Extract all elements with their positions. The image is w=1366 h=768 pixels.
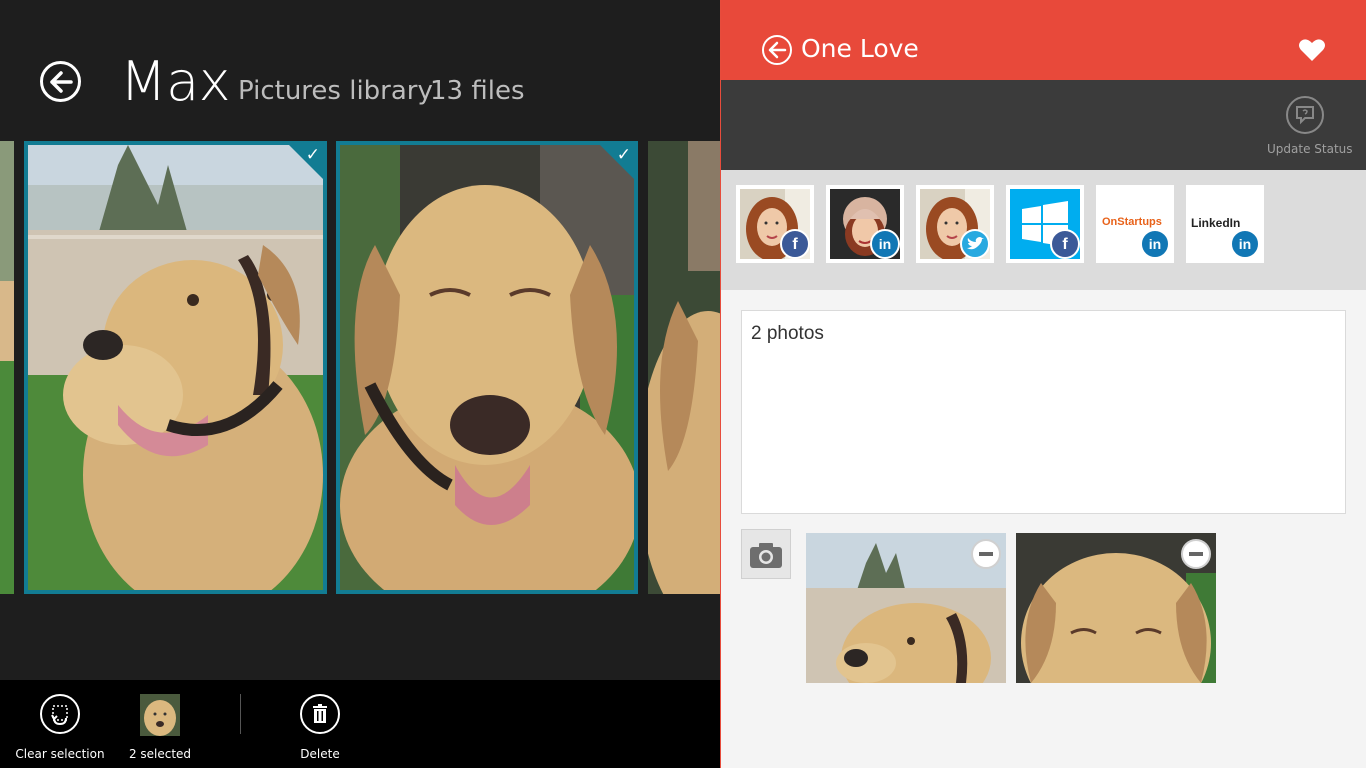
remove-attachment-button[interactable]: [1181, 539, 1211, 569]
share-toolbar: Update Status: [721, 80, 1366, 170]
trash-icon: [313, 704, 327, 723]
photo-thumbnail-selected[interactable]: ✓: [24, 141, 327, 594]
share-panel: One Love Update Status f in f OnStartups…: [720, 0, 1366, 768]
photo-thumbnail[interactable]: [648, 141, 720, 594]
delete-button[interactable]: Delete: [280, 694, 360, 761]
update-status-label: Update Status: [1267, 142, 1353, 156]
selected-count-label: 2 selected: [128, 747, 192, 761]
status-textarea[interactable]: 2 photos: [741, 310, 1346, 514]
page-title: Max: [120, 50, 231, 113]
clear-selection-label: Clear selection: [15, 747, 105, 761]
share-back-button[interactable]: [762, 35, 792, 65]
account-tile-linkedin[interactable]: in: [826, 185, 904, 263]
photos-gallery-pane: Max Pictures library 13 files ✓ ✓ Clear …: [0, 0, 720, 768]
account-tile-facebook[interactable]: f: [736, 185, 814, 263]
clear-selection-button[interactable]: Clear selection: [14, 694, 106, 761]
appbar-separator: [240, 694, 241, 734]
heart-icon[interactable]: [1298, 37, 1326, 63]
selected-items-button[interactable]: 2 selected: [120, 694, 200, 761]
status-text: 2 photos: [751, 323, 824, 344]
share-title: One Love: [801, 34, 919, 63]
account-tile-windows-facebook[interactable]: f: [1006, 185, 1084, 263]
account-list: f in f OnStartups in LinkedIn in: [721, 170, 1366, 290]
facebook-icon: f: [1050, 229, 1080, 259]
app-bar: Clear selection 2 selected Delete: [0, 680, 720, 768]
share-header: One Love: [721, 0, 1366, 80]
file-count: 13 files: [430, 76, 525, 106]
clear-selection-icon: [51, 705, 68, 726]
back-button[interactable]: [40, 61, 81, 102]
photo-thumbnail[interactable]: [0, 141, 14, 594]
facebook-icon: f: [780, 229, 810, 259]
account-tile-twitter[interactable]: [916, 185, 994, 263]
selected-thumbnail: [140, 694, 180, 736]
linkedin-icon: in: [1140, 229, 1170, 259]
account-tile-onstartups[interactable]: OnStartups in: [1096, 185, 1174, 263]
account-tile-linkedin-group[interactable]: LinkedIn in: [1186, 185, 1264, 263]
onstartups-logo: OnStartups: [1102, 216, 1162, 228]
delete-label: Delete: [300, 747, 340, 761]
photo-thumbnail-selected[interactable]: ✓: [336, 141, 638, 594]
check-icon: ✓: [616, 145, 631, 165]
twitter-icon: [960, 229, 990, 259]
attachment-thumbnail: [806, 533, 1006, 683]
remove-attachment-button[interactable]: [971, 539, 1001, 569]
check-icon: ✓: [305, 145, 320, 165]
back-arrow-icon: [50, 71, 73, 93]
add-photo-button[interactable]: [741, 529, 791, 579]
camera-icon: [750, 543, 782, 568]
back-arrow-icon: [768, 41, 787, 59]
update-status-button[interactable]: [1286, 96, 1324, 134]
linkedin-icon: in: [1230, 229, 1260, 259]
linkedin-logo: LinkedIn: [1191, 216, 1241, 230]
attachment-thumbnail: [1016, 533, 1216, 683]
library-name: Pictures library: [238, 76, 433, 106]
speech-bubble-icon: [1296, 106, 1314, 125]
linkedin-icon: in: [870, 229, 900, 259]
